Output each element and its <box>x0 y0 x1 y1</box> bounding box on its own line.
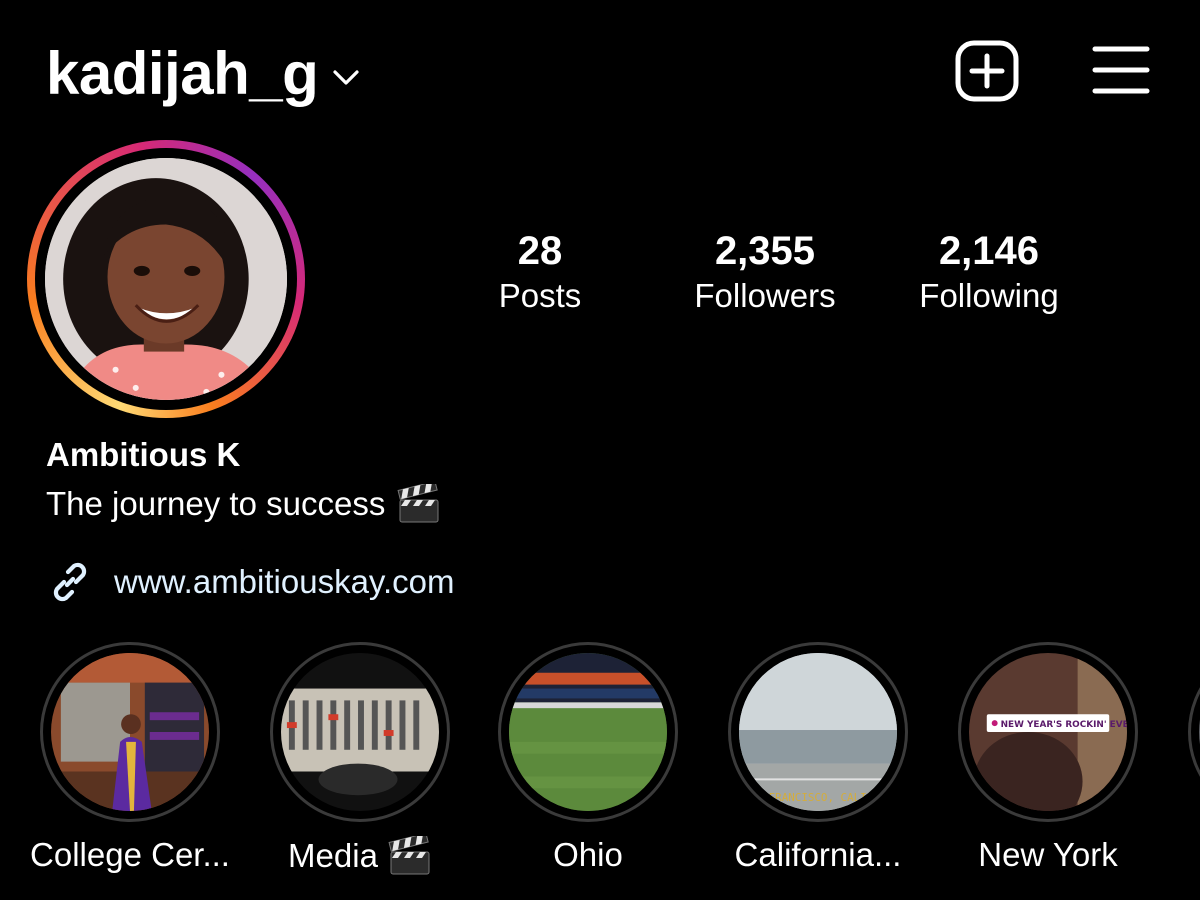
highlight-label: Ohio <box>553 836 623 873</box>
following-count: 2,146 <box>938 229 1040 273</box>
menu-button[interactable] <box>1092 44 1150 96</box>
followers-label: Followers <box>694 277 836 314</box>
posts-stat[interactable]: 28 Posts <box>440 228 640 317</box>
new-post-button[interactable] <box>954 40 1020 102</box>
link-url: www.ambitiouskay.com <box>114 563 455 600</box>
posts-label: Posts <box>498 277 582 314</box>
highlight-thumbnail: FRANCISCO, CALIFO <box>739 653 897 811</box>
plus-square-icon <box>955 40 1019 102</box>
profile-page: kadijah_g 28 Posts 2,355 Followers 2,146… <box>0 0 1200 900</box>
highlight-thumbnail <box>281 653 439 811</box>
highlight-thumbnail: NEW YEAR'S ROCKIN' EVE <box>969 653 1127 811</box>
account-switcher[interactable]: kadijah_g <box>46 36 360 112</box>
hamburger-menu-icon <box>1092 46 1150 94</box>
display-name: Ambitious K <box>46 436 241 473</box>
highlight-media[interactable]: Media <box>230 642 490 876</box>
following-stat[interactable]: 2,146 Following <box>889 228 1089 317</box>
story-ring[interactable] <box>27 140 305 418</box>
profile-avatar <box>45 158 287 400</box>
posts-count: 28 <box>517 229 563 273</box>
highlight-partial[interactable] <box>1148 642 1200 822</box>
graduation-photo <box>51 653 209 811</box>
highlight-label: California... <box>734 836 902 873</box>
overlay-text: FRANCISCO, CALIFO <box>769 791 880 804</box>
link-icon <box>53 562 87 602</box>
chevron-down-icon <box>333 70 359 85</box>
highlight-label: College Cer... <box>30 836 230 873</box>
highlight-ohio[interactable]: Ohio <box>458 642 718 874</box>
highlight-college[interactable]: College Cer... <box>0 642 260 874</box>
mixing-console-photo <box>281 653 439 811</box>
bio-link[interactable]: www.ambitiouskay.com <box>46 558 455 606</box>
profile-header: kadijah_g <box>0 0 1200 140</box>
stadium-field-photo <box>509 653 667 811</box>
clapper-board-emoji <box>397 484 439 523</box>
profile-photo <box>45 158 287 400</box>
followers-stat[interactable]: 2,355 Followers <box>665 228 865 317</box>
nye-selfie-photo: NEW YEAR'S ROCKIN' EVE <box>969 653 1127 811</box>
story-highlights: College Cer... Media Ohio FRANCISCO, CAL… <box>0 642 1200 900</box>
overlay-text: NEW YEAR'S ROCKIN' EVE <box>1001 720 1127 730</box>
highlight-new-york[interactable]: NEW YEAR'S ROCKIN' EVE New York <box>918 642 1178 874</box>
highlight-thumbnail <box>509 653 667 811</box>
highlight-label: New York <box>978 836 1118 873</box>
bio-text-row: The journey to success <box>46 484 441 524</box>
followers-count: 2,355 <box>714 229 816 273</box>
highlight-california[interactable]: FRANCISCO, CALIFO California... <box>688 642 948 874</box>
username: kadijah_g <box>46 40 319 107</box>
highlight-thumbnail <box>51 653 209 811</box>
highlight-label: Media <box>288 837 378 874</box>
following-label: Following <box>919 277 1059 314</box>
clapper-board-emoji <box>388 836 430 875</box>
bay-view-photo: FRANCISCO, CALIFO <box>739 653 897 811</box>
bio-text: The journey to success <box>46 485 386 522</box>
